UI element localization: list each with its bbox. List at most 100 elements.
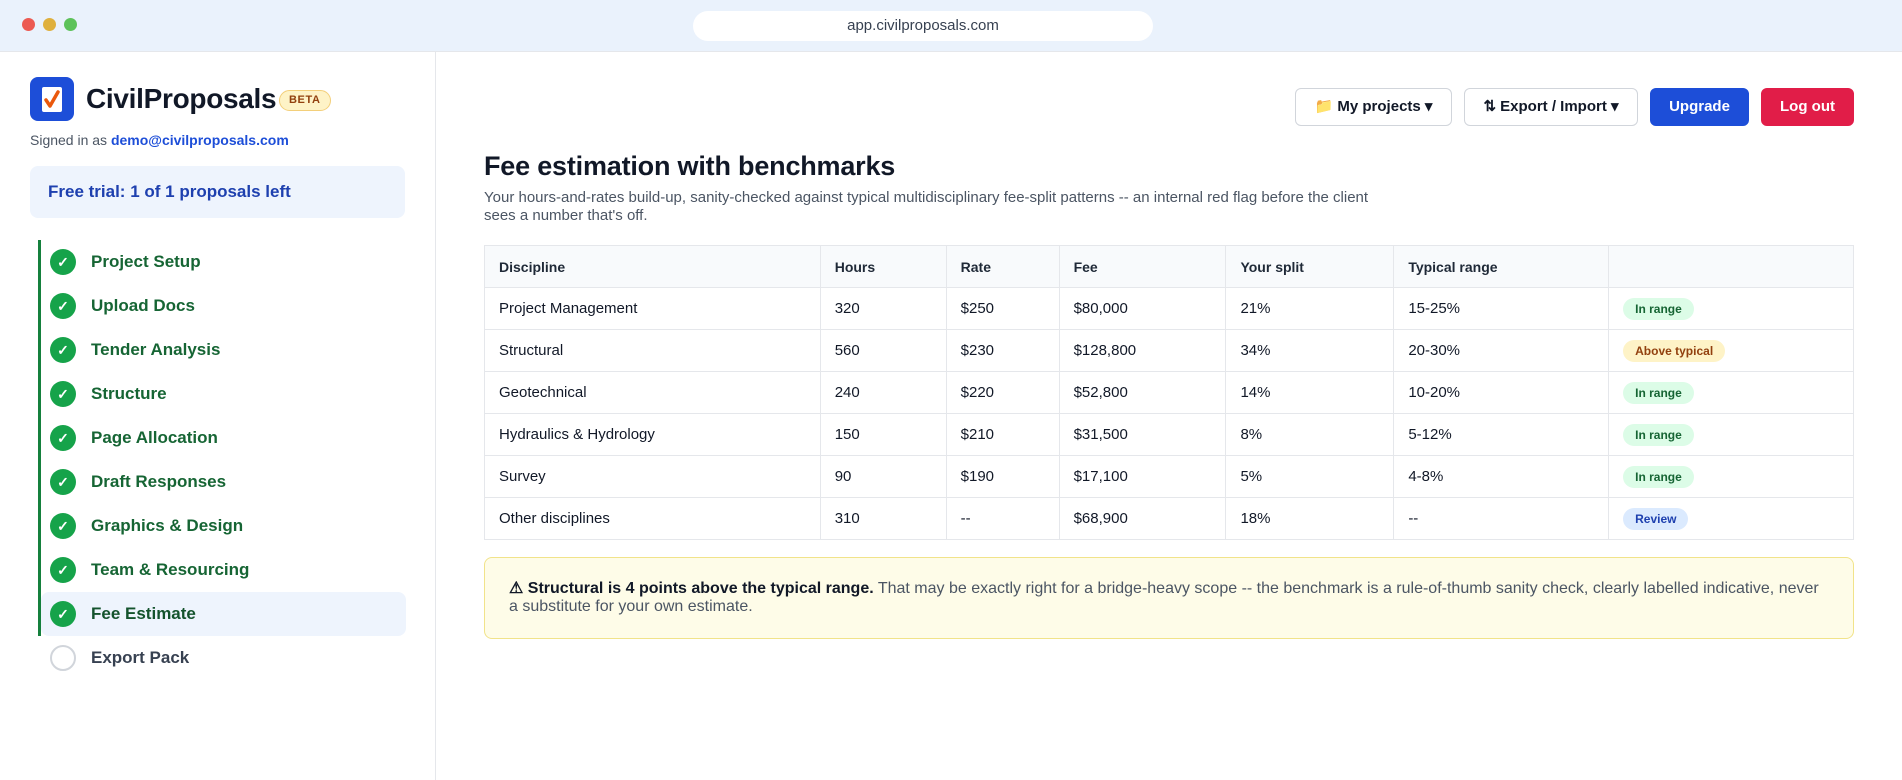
signed-in-text: Signed in as demo@civilproposals.com — [30, 132, 289, 148]
column-header-rate: Rate — [945, 245, 1060, 288]
table-row: Hydraulics & Hydrology 150 $210 $31,500 … — [484, 413, 1854, 456]
check-icon: ✓ — [50, 469, 76, 495]
status-badge: In range — [1623, 465, 1694, 488]
cell-split: 14% — [1225, 371, 1395, 414]
cell-fee: $52,800 — [1058, 371, 1227, 414]
beta-badge: BETA — [279, 90, 331, 111]
cell-fee: $68,900 — [1058, 497, 1227, 540]
cell-rate: -- — [945, 497, 1060, 540]
cell-fee: $80,000 — [1058, 287, 1227, 330]
cell-split: 8% — [1225, 413, 1395, 456]
cell-hours: 560 — [819, 329, 947, 372]
alert-heading: Structural is 4 points above the typical… — [527, 580, 874, 597]
cell-discipline: Survey — [484, 455, 821, 498]
table-row: Geotechnical 240 $220 $52,800 14% 10-20%… — [484, 371, 1854, 414]
window-minimize-dot[interactable] — [43, 18, 56, 31]
column-header-typical-range: Typical range — [1393, 245, 1610, 288]
check-icon: ✓ — [50, 425, 76, 451]
my-projects-button[interactable]: 📁 My projects ▾ — [1295, 88, 1452, 126]
check-icon: ✓ — [50, 557, 76, 583]
cell-hours: 240 — [819, 371, 947, 414]
cell-discipline: Structural — [484, 329, 821, 372]
step-label: Fee Estimate — [91, 604, 196, 623]
address-bar[interactable]: app.civilproposals.com — [693, 11, 1153, 41]
status-badge: In range — [1623, 423, 1694, 446]
page-subtitle: Your hours-and-rates build-up, sanity-ch… — [484, 189, 1369, 224]
step-label: Structure — [91, 384, 167, 403]
step-draft-responses[interactable]: ✓ Draft Responses — [38, 460, 406, 504]
column-header-your-split: Your split — [1225, 245, 1395, 288]
cell-status: In range — [1608, 413, 1854, 456]
cell-hours: 150 — [819, 413, 947, 456]
benchmark-alert: ⚠ Structural is 4 points above the typic… — [484, 557, 1854, 639]
table-row: Other disciplines 310 -- $68,900 18% -- … — [484, 497, 1854, 540]
check-icon: ✓ — [50, 249, 76, 275]
cell-fee: $17,100 — [1058, 455, 1227, 498]
step-fee-estimate[interactable]: ✓ Fee Estimate — [41, 592, 406, 636]
cell-typical-range: -- — [1393, 497, 1610, 540]
column-header-status — [1608, 245, 1854, 288]
cell-rate: $230 — [945, 329, 1060, 372]
workflow-steps: ✓ Project Setup ✓ Upload Docs ✓ Tender A… — [38, 240, 406, 680]
cell-status: In range — [1608, 455, 1854, 498]
cell-status: In range — [1608, 371, 1854, 414]
cell-typical-range: 10-20% — [1393, 371, 1610, 414]
step-export-pack[interactable]: Export Pack — [38, 636, 406, 680]
cell-status: In range — [1608, 287, 1854, 330]
check-icon: ✓ — [50, 513, 76, 539]
cell-split: 21% — [1225, 287, 1395, 330]
table-row: Survey 90 $190 $17,100 5% 4-8% In range — [484, 455, 1854, 498]
upgrade-button[interactable]: Upgrade — [1650, 88, 1749, 126]
signed-in-prefix: Signed in as — [30, 132, 108, 148]
check-icon: ✓ — [50, 293, 76, 319]
cell-hours: 320 — [819, 287, 947, 330]
step-label: Draft Responses — [91, 472, 227, 491]
user-email: demo@civilproposals.com — [110, 132, 289, 148]
window-close-dot[interactable] — [22, 18, 35, 31]
step-page-allocation[interactable]: ✓ Page Allocation — [38, 416, 406, 460]
logout-button[interactable]: Log out — [1761, 88, 1854, 126]
export-import-button[interactable]: ⇅ Export / Import ▾ — [1464, 88, 1638, 126]
status-badge: Review — [1623, 507, 1689, 530]
fee-table: Discipline Hours Rate Fee Your split Typ… — [484, 245, 1854, 540]
cell-hours: 90 — [819, 455, 947, 498]
browser-chrome: app.civilproposals.com — [0, 0, 1902, 52]
check-icon: ✓ — [50, 337, 76, 363]
cell-status: Above typical — [1608, 329, 1854, 372]
cell-discipline: Geotechnical — [484, 371, 821, 414]
cell-rate: $190 — [945, 455, 1060, 498]
page-title: Fee estimation with benchmarks — [484, 151, 896, 181]
cell-discipline: Project Management — [484, 287, 821, 330]
empty-circle-icon — [50, 645, 76, 671]
step-label: Upload Docs — [91, 296, 195, 315]
step-graphics-design[interactable]: ✓ Graphics & Design — [38, 504, 406, 548]
cell-discipline: Other disciplines — [484, 497, 821, 540]
step-project-setup[interactable]: ✓ Project Setup — [38, 240, 406, 284]
status-badge: In range — [1623, 297, 1694, 320]
trial-banner: Free trial: 1 of 1 proposals left — [30, 166, 405, 218]
status-badge: Above typical — [1623, 339, 1726, 362]
app-logo-icon — [30, 77, 74, 121]
step-label: Tender Analysis — [91, 340, 221, 359]
table-header-row: Discipline Hours Rate Fee Your split Typ… — [484, 245, 1854, 288]
cell-typical-range: 15-25% — [1393, 287, 1610, 330]
check-icon: ✓ — [50, 381, 76, 407]
cell-hours: 310 — [819, 497, 947, 540]
app-name: CivilProposals — [86, 83, 277, 114]
column-header-hours: Hours — [819, 245, 947, 288]
step-label: Team & Resourcing — [91, 560, 250, 579]
window-maximize-dot[interactable] — [64, 18, 77, 31]
cell-rate: $210 — [945, 413, 1060, 456]
step-structure[interactable]: ✓ Structure — [38, 372, 406, 416]
cell-fee: $31,500 — [1058, 413, 1227, 456]
step-label: Project Setup — [91, 252, 201, 271]
step-team-resourcing[interactable]: ✓ Team & Resourcing — [38, 548, 406, 592]
cell-split: 18% — [1225, 497, 1395, 540]
cell-status: Review — [1608, 497, 1854, 540]
warning-icon: ⚠ — [509, 580, 524, 597]
step-tender-analysis[interactable]: ✓ Tender Analysis — [38, 328, 406, 372]
step-upload-docs[interactable]: ✓ Upload Docs — [38, 284, 406, 328]
cell-rate: $250 — [945, 287, 1060, 330]
sidebar: CivilProposals BETA Signed in as demo@ci… — [0, 52, 436, 780]
cell-typical-range: 20-30% — [1393, 329, 1610, 372]
